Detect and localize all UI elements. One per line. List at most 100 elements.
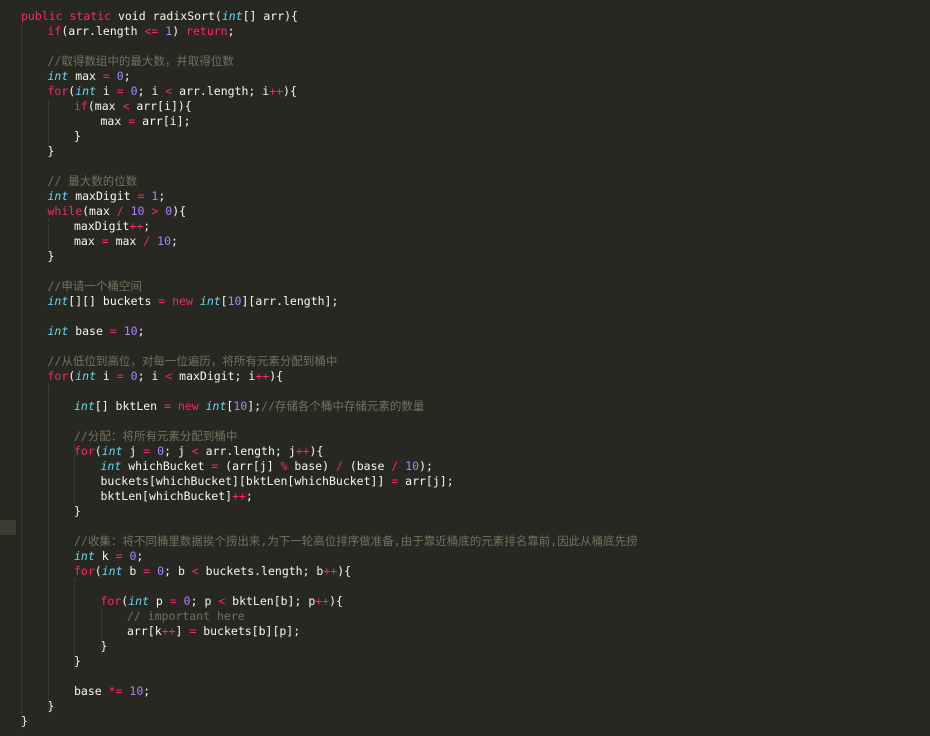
code-token: ; bbox=[227, 24, 235, 38]
code-line[interactable]: buckets[whichBucket][bktLen[whichBucket]… bbox=[101, 474, 454, 489]
code-token: int bbox=[100, 459, 122, 473]
code-token: base) bbox=[287, 459, 336, 473]
code-token: } bbox=[47, 249, 55, 263]
code-line[interactable]: } bbox=[48, 249, 55, 264]
code-token: (arr.length bbox=[61, 24, 145, 38]
code-token: max bbox=[74, 234, 102, 248]
code-token: // 最大数的位数 bbox=[47, 174, 138, 188]
code-line[interactable]: } bbox=[74, 654, 81, 669]
code-line[interactable]: for(int b = 0; b < buckets.length; b++){ bbox=[74, 564, 351, 579]
code-token: ++ bbox=[161, 624, 176, 638]
code-line[interactable]: int max = 0; bbox=[48, 69, 131, 84]
code-token: public bbox=[21, 9, 63, 23]
code-line[interactable]: while(max / 10 > 0){ bbox=[48, 204, 187, 219]
code-line[interactable]: for(int j = 0; j < arr.length; j++){ bbox=[74, 444, 323, 459]
code-line[interactable]: maxDigit++; bbox=[74, 219, 150, 234]
code-line[interactable]: //从低位到高位，对每一位遍历，将所有元素分配到桶中 bbox=[48, 354, 338, 369]
code-token: int bbox=[221, 9, 243, 23]
code-token: max bbox=[68, 69, 103, 83]
code-line[interactable]: //分配：将所有元素分配到桶中 bbox=[74, 429, 237, 444]
code-token: //分配：将所有元素分配到桶中 bbox=[74, 429, 238, 443]
code-token: ][arr.length]; bbox=[241, 294, 339, 308]
code-line[interactable]: int whichBucket = (arr[j] % base) / (bas… bbox=[101, 459, 433, 474]
code-line[interactable]: base *= 10; bbox=[74, 684, 150, 699]
code-line[interactable]: int k = 0; bbox=[74, 549, 143, 564]
code-token: bktLen[whichBucket] bbox=[100, 489, 233, 503]
code-line[interactable]: } bbox=[74, 504, 81, 519]
code-line[interactable]: } bbox=[48, 699, 55, 714]
code-line[interactable]: if(max < arr[i]){ bbox=[74, 99, 192, 114]
code-token: whichBucket bbox=[121, 459, 212, 473]
code-line[interactable]: // 最大数的位数 bbox=[48, 174, 138, 189]
code-token: = bbox=[116, 84, 124, 98]
code-line[interactable]: for(int i = 0; i < arr.length; i++){ bbox=[48, 84, 297, 99]
code-line[interactable]: int[][] buckets = new int[10][arr.length… bbox=[48, 294, 339, 309]
code-token: } bbox=[47, 144, 55, 158]
code-token: arr[i]){ bbox=[129, 99, 192, 113]
code-token: = bbox=[164, 399, 171, 413]
code-area[interactable]: public static void radixSort(int[] arr){… bbox=[0, 0, 930, 736]
code-token: bktLen[b]; p bbox=[225, 594, 316, 608]
code-editor[interactable]: public static void radixSort(int[] arr){… bbox=[0, 0, 930, 736]
code-line[interactable]: int base = 10; bbox=[48, 324, 145, 339]
code-line[interactable]: } bbox=[48, 144, 55, 159]
code-token: } bbox=[74, 504, 81, 518]
code-token: arr.length; j bbox=[198, 444, 296, 458]
code-line[interactable]: //取得数组中的最大数，并取得位数 bbox=[48, 54, 234, 69]
code-line[interactable]: // important here bbox=[127, 609, 245, 624]
code-line[interactable]: bktLen[whichBucket]++; bbox=[101, 489, 253, 504]
code-token: ( bbox=[94, 564, 102, 578]
code-line[interactable]: //申请一个桶空间 bbox=[48, 279, 142, 294]
code-token: int bbox=[47, 189, 69, 203]
code-token: maxDigit bbox=[74, 219, 130, 233]
code-line[interactable]: for(int p = 0; p < bktLen[b]; p++){ bbox=[101, 594, 343, 609]
code-line[interactable]: for(int i = 0; i < maxDigit; i++){ bbox=[48, 369, 284, 384]
code-line[interactable]: int maxDigit = 1; bbox=[48, 189, 166, 204]
code-line[interactable]: if(arr.length <= 1) return; bbox=[48, 24, 235, 39]
code-line[interactable]: } bbox=[101, 639, 108, 654]
code-token: static bbox=[69, 9, 112, 23]
code-line[interactable]: max = max / 10; bbox=[74, 234, 178, 249]
code-token: maxDigit bbox=[68, 189, 138, 203]
code-line[interactable]: arr[k++] = buckets[b][p]; bbox=[127, 624, 300, 639]
code-token: arr[j]; bbox=[398, 474, 454, 488]
code-token: int bbox=[47, 294, 69, 308]
code-line[interactable]: public static void radixSort(int[] arr){ bbox=[21, 9, 298, 24]
code-token: = bbox=[115, 549, 123, 563]
code-token: //取得数组中的最大数，并取得位数 bbox=[47, 54, 234, 68]
code-token: ; bbox=[137, 324, 145, 338]
indent-guide bbox=[74, 444, 75, 504]
code-token: (arr[j] bbox=[218, 459, 281, 473]
code-token: 10 bbox=[405, 459, 420, 473]
code-token: } bbox=[74, 129, 81, 143]
code-line[interactable]: } bbox=[74, 129, 81, 144]
code-token: ){ bbox=[283, 84, 297, 98]
code-line[interactable]: } bbox=[21, 714, 28, 729]
code-token: base bbox=[68, 324, 110, 338]
code-token: int bbox=[74, 549, 95, 563]
code-token: while bbox=[47, 204, 83, 218]
code-token: ; bbox=[143, 684, 151, 698]
code-token: new bbox=[172, 294, 193, 308]
code-line[interactable]: int[] bktLen = new int[10];//存储各个桶中存储元素的… bbox=[74, 399, 424, 414]
code-token: 10 bbox=[123, 324, 138, 338]
code-token: ; bbox=[245, 489, 253, 503]
code-token: [] bktLen bbox=[94, 399, 165, 413]
code-token: j bbox=[122, 444, 144, 458]
code-token: p bbox=[149, 594, 170, 608]
code-token: = bbox=[169, 594, 177, 608]
code-token: ++ bbox=[295, 444, 310, 458]
code-token: int bbox=[75, 369, 96, 383]
code-token: arr[k bbox=[127, 624, 162, 638]
code-token: 10 bbox=[227, 294, 242, 308]
code-line[interactable]: max = arr[i]; bbox=[101, 114, 191, 129]
code-token: < bbox=[191, 564, 199, 578]
code-token: int bbox=[101, 564, 123, 578]
code-token: = bbox=[102, 69, 110, 83]
code-token: ++ bbox=[255, 369, 270, 383]
code-line[interactable]: //收集：将不同桶里数据挨个捞出来,为下一轮高位排序做准备,由于靠近桶底的元素排… bbox=[74, 534, 638, 549]
